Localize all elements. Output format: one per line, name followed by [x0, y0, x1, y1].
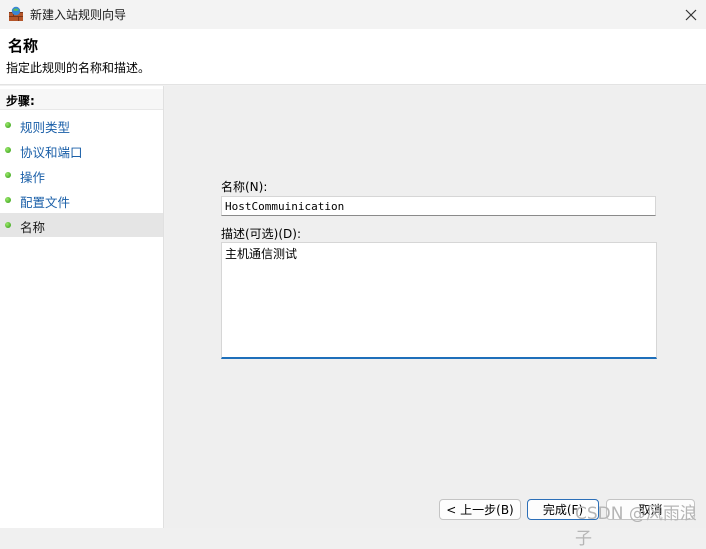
step-action[interactable]: 操作: [0, 163, 163, 187]
watermark: CSDN @风雨浪子: [575, 504, 697, 549]
step-bullet-icon: [5, 197, 11, 203]
description-label: 描述(可选)(D):: [221, 227, 302, 241]
step-label: 协议和端口: [20, 145, 83, 160]
back-button[interactable]: < 上一步(B): [439, 499, 521, 520]
page-description: 指定此规则的名称和描述。: [6, 61, 151, 75]
description-field[interactable]: 主机通信测试: [221, 242, 657, 359]
title-bar: 新建入站规则向导: [0, 0, 706, 29]
steps-sidebar: 步骤: 规则类型 协议和端口 操作 配置文件 名称: [0, 86, 164, 528]
name-label: 名称(N):: [221, 180, 268, 194]
wizard-header: 名称 指定此规则的名称和描述。: [0, 29, 706, 85]
step-label: 操作: [20, 170, 46, 185]
step-bullet-icon: [5, 147, 11, 153]
steps-heading: 步骤:: [0, 89, 163, 110]
name-field[interactable]: HostCommuinication: [221, 196, 656, 216]
close-icon: [685, 9, 697, 20]
step-bullet-icon: [5, 172, 11, 178]
step-label: 规则类型: [20, 120, 71, 135]
main-content: 名称(N): HostCommuinication 描述(可选)(D): 主机通…: [165, 86, 706, 528]
page-title: 名称: [8, 37, 39, 55]
window-title: 新建入站规则向导: [30, 8, 127, 22]
step-label: 名称: [20, 220, 46, 235]
step-bullet-icon: [5, 222, 11, 228]
step-profile[interactable]: 配置文件: [0, 188, 163, 212]
step-label: 配置文件: [20, 195, 71, 210]
step-rule-type[interactable]: 规则类型: [0, 113, 163, 137]
firewall-icon: [8, 6, 24, 22]
step-bullet-icon: [5, 122, 11, 128]
step-protocol-port[interactable]: 协议和端口: [0, 138, 163, 162]
close-button[interactable]: [676, 0, 706, 29]
step-name[interactable]: 名称: [0, 213, 163, 237]
